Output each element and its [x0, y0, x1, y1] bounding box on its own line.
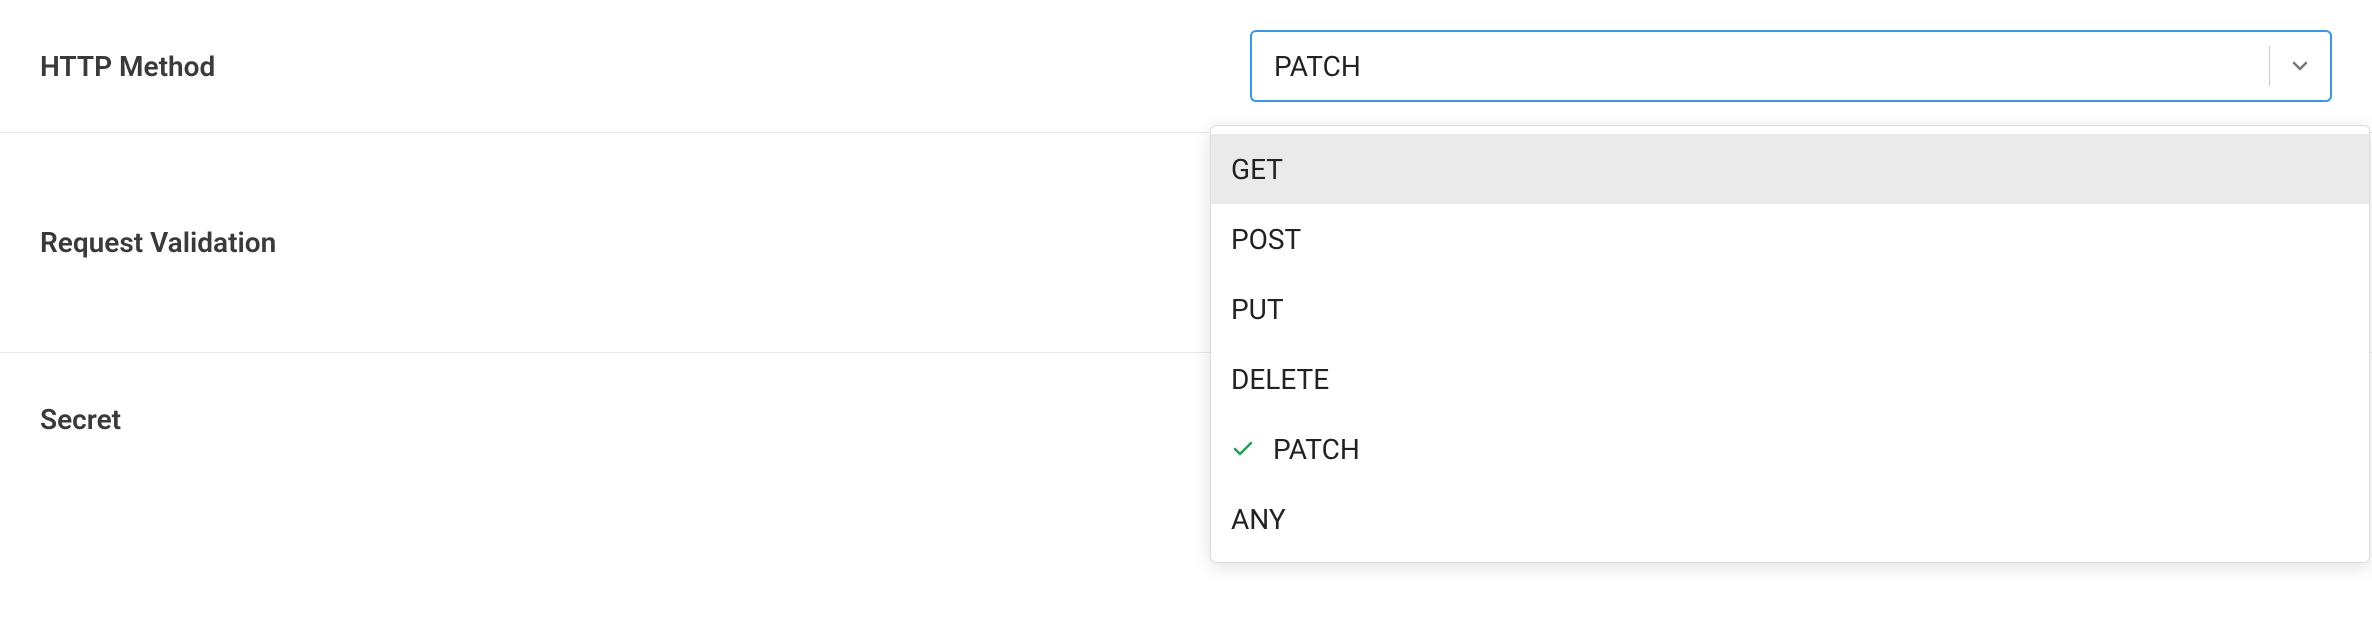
dropdown-item-patch[interactable]: PATCH [1211, 414, 2369, 484]
http-method-row: HTTP Method PATCH [0, 0, 2372, 133]
dropdown-item-label: DELETE [1231, 363, 1329, 396]
secret-label: Secret [40, 403, 1250, 436]
dropdown-item-label: POST [1231, 223, 1301, 256]
http-method-select-value: PATCH [1252, 50, 2269, 83]
dropdown-item-delete[interactable]: DELETE [1211, 344, 2369, 414]
request-validation-label: Request Validation [40, 226, 1250, 259]
dropdown-item-get[interactable]: GET [1211, 134, 2369, 204]
check-icon [1231, 437, 1261, 461]
http-method-input-col: PATCH [1250, 30, 2372, 102]
http-method-select[interactable]: PATCH [1250, 30, 2332, 102]
dropdown-item-label: GET [1231, 153, 1283, 186]
dropdown-item-label: PUT [1231, 293, 1284, 326]
dropdown-item-any[interactable]: ANY [1211, 484, 2369, 554]
dropdown-item-put[interactable]: PUT [1211, 274, 2369, 344]
http-method-dropdown: GET POST PUT DELETE PATCH ANY [1210, 125, 2370, 563]
dropdown-item-label: ANY [1231, 503, 1286, 536]
http-method-label: HTTP Method [40, 50, 1250, 83]
dropdown-item-post[interactable]: POST [1211, 204, 2369, 274]
dropdown-item-label: PATCH [1273, 433, 1360, 466]
chevron-down-icon [2270, 32, 2330, 100]
